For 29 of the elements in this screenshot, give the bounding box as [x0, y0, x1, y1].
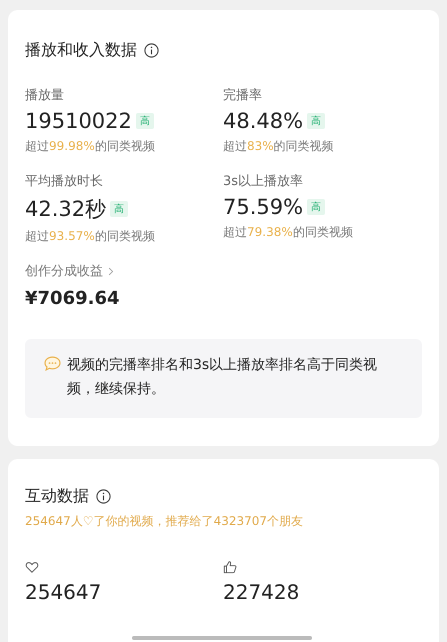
summary-text: 254647人♡了你的视频，推荐给了4323707个朋友: [25, 513, 304, 530]
metric-label: 3s以上播放率: [223, 173, 304, 190]
metric-value: 75.59%: [223, 195, 304, 219]
chat-bubble-icon: [44, 355, 61, 372]
comparison-text: 超过79.38%的同类视频: [223, 224, 354, 241]
stat-value: 227428: [223, 580, 300, 604]
thumbs-up-icon: [223, 560, 237, 574]
metric-label: 平均播放时长: [25, 173, 104, 190]
comparison-text: 超过83%的同类视频: [223, 138, 335, 155]
section-title: 互动数据: [25, 486, 89, 507]
level-badge: 高: [307, 199, 326, 215]
comparison-text: 超过99.98%的同类视频: [25, 138, 156, 155]
heart-icon: [25, 560, 39, 574]
info-icon: [96, 489, 111, 504]
income-link[interactable]: 创作分成收益: [25, 262, 103, 280]
level-badge: 高: [110, 201, 128, 217]
level-badge: 高: [307, 113, 326, 129]
metric-label: 完播率: [223, 87, 263, 104]
metric-value: 48.48%: [223, 109, 304, 133]
level-badge: 高: [136, 113, 154, 129]
comparison-text: 超过93.57%的同类视频: [25, 228, 156, 245]
info-icon: [144, 43, 159, 58]
tip-text: 视频的完播率排名和3s以上播放率排名高于同类视频，继续保持。: [67, 356, 378, 399]
stat-value: 254647: [25, 580, 102, 604]
income-value: ¥7069.64: [25, 288, 121, 309]
section-title: 播放和收入数据: [25, 40, 137, 61]
metric-value: 19510022: [25, 109, 132, 133]
metric-value: 42.32秒: [25, 196, 106, 223]
metric-label: 播放量: [25, 87, 65, 104]
